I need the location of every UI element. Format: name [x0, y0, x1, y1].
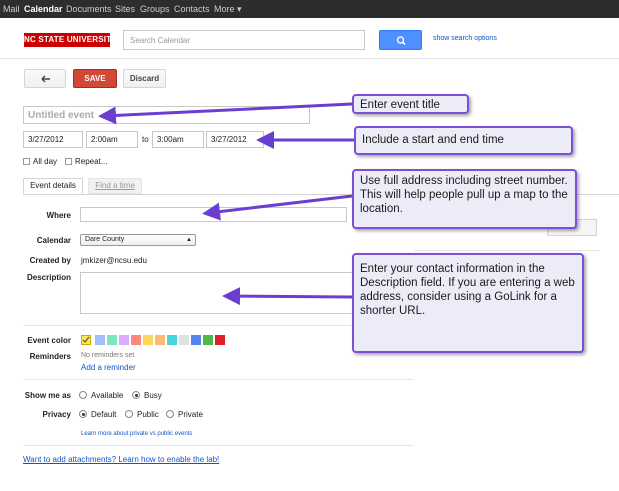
callout-full-address: Use full address including street number…: [352, 169, 577, 229]
arrow-title: [98, 102, 353, 125]
annotation-arrows: [98, 102, 354, 306]
callout-event-title: Enter event title: [352, 94, 469, 114]
callout-contact-info: Enter your contact information in the De…: [352, 253, 584, 353]
callout-start-end-time: Include a start and end time: [354, 126, 573, 155]
arrow-description: [222, 287, 353, 306]
arrow-address: [202, 194, 353, 221]
